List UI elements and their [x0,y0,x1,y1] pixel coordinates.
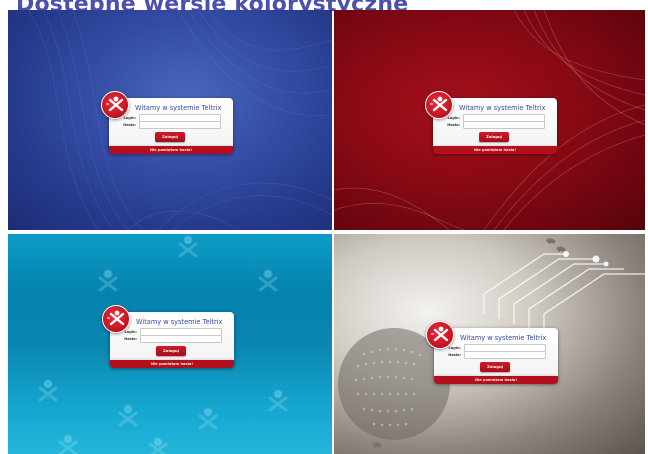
welcome-heading: Witamy w systemie Teltrix [135,104,222,112]
teltrix-logo-icon [425,91,453,119]
login-button[interactable]: Zaloguj [480,362,510,372]
forgot-password-link[interactable]: Nie pamiętam hasła! [433,146,557,154]
password-label: Hasło: [447,123,460,127]
password-input[interactable] [139,121,221,129]
variant-panel-red: Nie pamiętam hasła! Witamy w systemie Te… [334,10,645,230]
forgot-password-link[interactable]: Nie pamiętam hasła! [110,360,234,368]
welcome-heading: Witamy w systemie Teltrix [459,104,546,112]
forgot-password-link[interactable]: Nie pamiętam hasła! [109,146,233,154]
login-label: Login: [448,346,461,350]
login-button[interactable]: Zaloguj [156,346,186,356]
login-label: Login: [447,116,460,120]
password-input[interactable] [140,335,222,343]
login-box: Nie pamiętam hasła! Witamy w systemie Te… [426,321,558,394]
teltrix-logo-icon [102,305,130,333]
login-label: Login: [123,116,136,120]
variant-panel-blue: Nie pamiętam hasła! Witamy w systemie Te… [8,10,332,230]
login-button[interactable]: Zaloguj [479,132,509,142]
login-button[interactable]: Zaloguj [155,132,185,142]
forgot-password-link[interactable]: Nie pamiętam hasła! [434,376,558,384]
welcome-heading: Witamy w systemie Teltrix [136,318,223,326]
password-label: Hasło: [124,337,137,341]
variant-panel-gray: Nie pamiętam hasła! Witamy w systemie Te… [334,234,645,454]
teltrix-logo-icon [426,321,454,349]
welcome-heading: Witamy w systemie Teltrix [460,334,547,342]
variant-panel-cyan: Nie pamiętam hasła! Witamy w systemie Te… [8,234,332,454]
login-label: Login: [124,330,137,334]
login-box: Nie pamiętam hasła! Witamy w systemie Te… [101,91,233,164]
color-variants-grid: Nie pamiętam hasła! Witamy w systemie Te… [8,10,645,454]
person-silhouette-icon [178,235,198,258]
login-box: Nie pamiętam hasła! Witamy w systemie Te… [425,91,557,164]
password-label: Hasło: [448,353,461,357]
login-box: Nie pamiętam hasła! Witamy w systemie Te… [102,305,234,378]
teltrix-logo-icon [101,91,129,119]
password-label: Hasło: [123,123,136,127]
password-input[interactable] [464,351,546,359]
password-input[interactable] [463,121,545,129]
